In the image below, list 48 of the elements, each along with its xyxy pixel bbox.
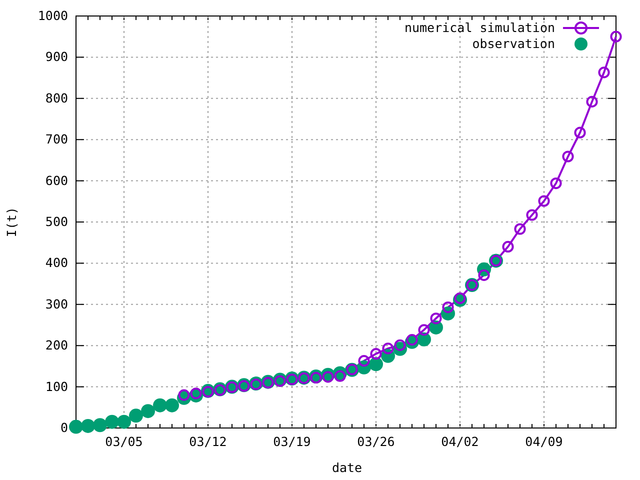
simulation-point — [538, 195, 550, 207]
legend-label: numerical simulation — [404, 20, 555, 35]
y-tick-label: 700 — [45, 132, 68, 147]
simulation-point — [370, 348, 382, 360]
simulation-point — [430, 312, 442, 324]
simulation-point — [442, 301, 454, 314]
simulation-point — [610, 30, 622, 42]
simulation-point — [502, 240, 514, 253]
y-tick-label: 1000 — [38, 8, 68, 23]
y-tick-label: 0 — [60, 420, 68, 435]
y-tick-label: 100 — [45, 378, 68, 394]
y-tick-label: 400 — [45, 255, 68, 270]
simulation-point — [394, 339, 406, 351]
simulation-point — [562, 150, 574, 162]
legend-line-icon — [563, 22, 599, 34]
y-tick-label: 800 — [45, 90, 68, 106]
y-tick-label: 900 — [45, 49, 68, 64]
y-tick-label: 600 — [45, 172, 68, 188]
simulation-point — [382, 342, 394, 354]
y-tick-label: 300 — [45, 296, 68, 312]
simulation-point — [478, 269, 490, 281]
simulation-point — [598, 66, 610, 78]
legend-point-icon — [574, 38, 588, 50]
simulation-point — [550, 177, 562, 190]
x-tick-label: 04/02 — [441, 434, 479, 449]
simulation-point — [178, 389, 190, 401]
simulation-point — [454, 292, 466, 304]
y-tick-label: 500 — [45, 214, 68, 229]
x-tick-label: 03/19 — [273, 434, 311, 449]
simulation-point — [418, 324, 430, 336]
x-axis-title: date — [332, 460, 362, 475]
simulation-point — [190, 388, 202, 400]
x-tick-label: 03/26 — [357, 434, 395, 449]
x-tick-label: 04/09 — [525, 434, 563, 449]
simulation-point — [358, 355, 370, 367]
simulation-point — [406, 334, 418, 346]
simulation-point — [514, 223, 526, 235]
simulation-point — [334, 370, 346, 382]
simulation-point — [274, 375, 286, 387]
x-tick-label: 03/05 — [105, 434, 143, 449]
x-tick-label: 03/12 — [189, 434, 227, 449]
simulation-point — [526, 209, 538, 221]
legend-label: observation — [472, 36, 555, 51]
simulation-point — [574, 126, 586, 138]
y-axis-title: I(t) — [4, 206, 19, 238]
simulation-point — [322, 371, 334, 383]
y-tick-label: 200 — [45, 338, 68, 353]
simulation-point — [586, 96, 598, 108]
